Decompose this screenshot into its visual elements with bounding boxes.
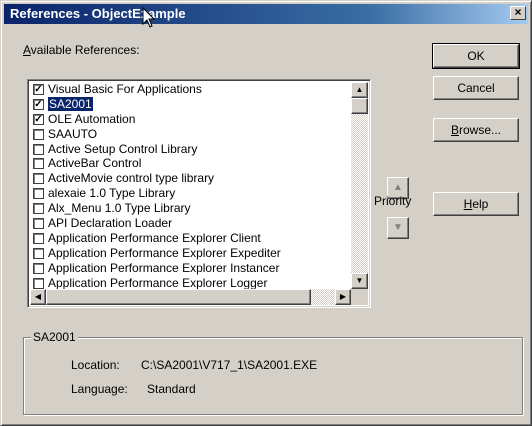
- reference-label: Application Performance Explorer Instanc…: [48, 260, 280, 275]
- list-item[interactable]: alexaie 1.0 Type Library: [30, 186, 351, 201]
- reference-label: Active Setup Control Library: [48, 141, 198, 156]
- horizontal-scrollbar[interactable]: ◀ ▶: [30, 289, 351, 305]
- list-item[interactable]: Application Performance Explorer Instanc…: [30, 261, 351, 276]
- language-label: Language:: [71, 382, 128, 396]
- list-item[interactable]: Alx_Menu 1.0 Type Library: [30, 201, 351, 216]
- list-item[interactable]: Application Performance Explorer Logger: [30, 276, 351, 289]
- list-item[interactable]: API Declaration Loader: [30, 216, 351, 231]
- reference-checkbox[interactable]: [33, 262, 44, 274]
- location-label: Location:: [71, 358, 120, 372]
- priority-label: Priority: [374, 194, 412, 208]
- reference-checkbox[interactable]: [33, 188, 44, 200]
- reference-label: SAAUTO: [48, 126, 98, 141]
- reference-label: API Declaration Loader: [48, 216, 173, 231]
- title-bar[interactable]: References - ObjectExample ×: [4, 4, 528, 24]
- scroll-right-button[interactable]: ▶: [335, 289, 351, 305]
- reference-label: ActiveBar Control: [48, 156, 142, 171]
- language-value: Standard: [147, 382, 196, 396]
- list-item[interactable]: ✓ OLE Automation: [30, 112, 351, 127]
- reference-checkbox[interactable]: ✓: [33, 113, 44, 125]
- close-button[interactable]: ×: [510, 6, 526, 20]
- references-listbox[interactable]: ✓ Visual Basic For Applications ✓ SA2001 ✓ OL…: [27, 79, 371, 308]
- list-item[interactable]: ✓ Visual Basic For Applications: [30, 82, 351, 97]
- reference-checkbox[interactable]: [33, 232, 44, 244]
- priority-down-button[interactable]: ▼: [387, 217, 409, 239]
- scroll-thumb-horizontal[interactable]: [46, 289, 311, 305]
- scroll-thumb-vertical[interactable]: [351, 98, 368, 114]
- reference-label: Alx_Menu 1.0 Type Library: [48, 201, 191, 216]
- browse-button[interactable]: Browse...: [433, 118, 519, 142]
- reference-checkbox[interactable]: [33, 173, 44, 185]
- reference-checkbox[interactable]: [33, 277, 44, 289]
- reference-checkbox[interactable]: ✓: [33, 84, 44, 95]
- details-group-title: SA2001: [31, 330, 78, 344]
- cancel-button[interactable]: Cancel: [433, 76, 519, 100]
- scroll-up-button[interactable]: ▲: [351, 82, 368, 98]
- scrollbar-corner: [351, 289, 368, 305]
- reference-label: alexaie 1.0 Type Library: [48, 186, 176, 201]
- reference-checkbox[interactable]: [33, 218, 44, 230]
- reference-label: SA2001: [47, 95, 94, 112]
- available-references-label: Available References:: [23, 43, 140, 57]
- location-value: C:\SA2001\V717_1\SA2001.EXE: [141, 358, 318, 372]
- list-item[interactable]: ✓ SA2001: [30, 95, 351, 112]
- list-item[interactable]: ActiveBar Control: [30, 156, 351, 171]
- scroll-down-button[interactable]: ▼: [351, 273, 368, 289]
- references-dialog: References - ObjectExample × Available R…: [0, 0, 532, 426]
- reference-label: Visual Basic For Applications: [48, 82, 202, 96]
- reference-checkbox[interactable]: [33, 158, 44, 170]
- mouse-cursor-icon: [142, 7, 156, 28]
- reference-checkbox[interactable]: [33, 247, 44, 259]
- reference-label: ActiveMovie control type library: [48, 171, 215, 186]
- list-item[interactable]: Active Setup Control Library: [30, 142, 351, 157]
- reference-checkbox[interactable]: [33, 143, 44, 155]
- ok-button[interactable]: OK: [432, 43, 520, 69]
- reference-checkbox[interactable]: [33, 203, 44, 215]
- reference-checkbox[interactable]: ✓: [33, 98, 44, 110]
- help-button[interactable]: Help: [433, 192, 519, 216]
- vertical-scrollbar[interactable]: ▲ ▼: [351, 82, 368, 289]
- scroll-left-button[interactable]: ◀: [30, 289, 46, 305]
- list-item[interactable]: ActiveMovie control type library: [30, 171, 351, 186]
- reference-checkbox[interactable]: [33, 128, 44, 140]
- list-item[interactable]: Application Performance Explorer Client: [30, 231, 351, 246]
- reference-label: OLE Automation: [48, 111, 136, 126]
- reference-details-group: [23, 337, 523, 415]
- window-title: References - ObjectExample: [10, 6, 186, 21]
- reference-label: Application Performance Explorer Expedit…: [48, 245, 281, 260]
- list-item[interactable]: SAAUTO: [30, 127, 351, 142]
- list-item[interactable]: Application Performance Explorer Expedit…: [30, 246, 351, 261]
- reference-label: Application Performance Explorer Logger: [48, 275, 268, 289]
- reference-label: Application Performance Explorer Client: [48, 230, 261, 245]
- references-list[interactable]: ✓ Visual Basic For Applications ✓ SA2001 ✓ OL…: [30, 82, 351, 289]
